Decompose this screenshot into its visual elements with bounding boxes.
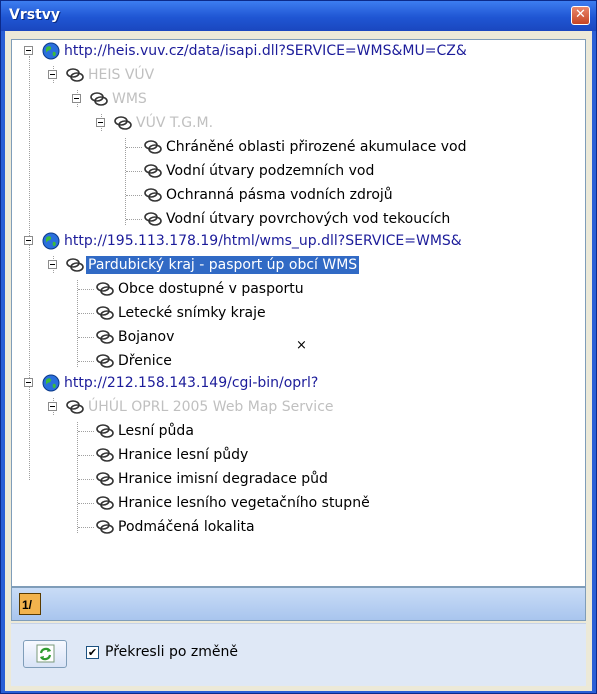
refresh-icon (36, 644, 55, 663)
tree-node-label: Hranice lesní půdy (118, 447, 249, 463)
tree-connector (78, 479, 94, 480)
layers-icon (96, 472, 114, 486)
tree-node-label: WMS (112, 91, 147, 107)
tree-connector (126, 219, 142, 220)
redraw-checkbox[interactable]: ✔ (86, 646, 99, 659)
collapse-icon[interactable] (48, 402, 57, 411)
tree-node-label: Dřenice (118, 353, 172, 369)
tree-node-label: Podmáčená lokalita (118, 519, 255, 535)
tree-connector (126, 195, 142, 196)
layers-icon (96, 424, 114, 438)
layers-icon (144, 164, 162, 178)
title-bar[interactable]: Vrstvy ✕ (1, 1, 596, 31)
layers-icon (96, 520, 114, 534)
bottom-panel: ✔ Překresli po změně (11, 623, 586, 686)
layers-window: Vrstvy ✕ http://heis.vuv.cz/data/isapi.d… (0, 0, 597, 694)
window-client: http://heis.vuv.cz/data/isapi.dll?SERVIC… (5, 31, 592, 691)
collapse-icon[interactable] (48, 70, 57, 79)
layer-tree[interactable]: http://heis.vuv.cz/data/isapi.dll?SERVIC… (11, 39, 586, 587)
globe-icon (42, 42, 60, 60)
layers-icon (96, 496, 114, 510)
close-icon: ✕ (575, 7, 586, 22)
svg-text:1/: 1/ (22, 598, 33, 612)
tree-connector (77, 422, 78, 533)
tree-node-label: Hranice imisní degradace půd (118, 471, 328, 487)
tree-connector (125, 138, 126, 225)
collapse-icon[interactable] (24, 378, 33, 387)
tree-connector (78, 527, 94, 528)
tree-node-label: VÚV T.G.M. (136, 115, 214, 131)
layers-icon (144, 212, 162, 226)
tree-node-label: http://212.158.143.149/cgi-bin/oprl? (64, 375, 319, 391)
refresh-button[interactable] (23, 640, 67, 668)
tree-connector (29, 56, 30, 480)
tree-connector (78, 503, 94, 504)
tree-node-label: Letecké snímky kraje (118, 305, 266, 321)
mouse-cursor-icon: × (296, 338, 307, 353)
tree-connector (78, 289, 94, 290)
layer-properties-button[interactable]: 1/ (19, 593, 41, 615)
redraw-checkbox-label[interactable]: Překresli po změně (105, 644, 238, 660)
tree-node-label: Ochranná pásma vodních zdrojů (166, 187, 393, 203)
layers-icon (144, 140, 162, 154)
layers-icon (66, 68, 84, 82)
layers-icon (96, 306, 114, 320)
layers-icon (66, 258, 84, 272)
close-button[interactable]: ✕ (571, 6, 590, 25)
tree-connector (78, 313, 94, 314)
layers-icon (144, 188, 162, 202)
tree-node-label: Vodní útvary podzemních vod (166, 163, 375, 179)
layers-icon (66, 400, 84, 414)
collapse-icon[interactable] (96, 118, 105, 127)
tree-connector (78, 431, 94, 432)
window-title: Vrstvy (9, 7, 61, 23)
check-mark-icon: ✔ (87, 646, 98, 659)
layers-icon (96, 282, 114, 296)
tree-node-label: http://heis.vuv.cz/data/isapi.dll?SERVIC… (64, 43, 467, 59)
tree-node-label: Hranice lesního vegetačního stupně (118, 495, 370, 511)
tree-node-label: http://195.113.178.19/html/wms_up.dll?SE… (64, 233, 462, 249)
layers-icon (114, 116, 132, 130)
tree-connector (126, 147, 142, 148)
tree-node-label: Lesní půda (118, 423, 194, 439)
layers-icon (96, 448, 114, 462)
layer-properties-icon: 1/ (20, 594, 40, 614)
tree-node-label: Chráněné oblasti přirozené akumulace vod (166, 139, 467, 155)
tree-connector (126, 171, 142, 172)
tree-node-label: Pardubický kraj - pasport úp obcí WMS (86, 256, 360, 274)
layers-icon (96, 330, 114, 344)
collapse-icon[interactable] (24, 46, 33, 55)
collapse-icon[interactable] (24, 236, 33, 245)
layers-icon (96, 354, 114, 368)
layer-toolbar: 1/ (11, 587, 586, 621)
tree-connector (77, 280, 78, 367)
tree-connector (78, 455, 94, 456)
tree-node-label: Obce dostupné v pasportu (118, 281, 304, 297)
collapse-icon[interactable] (72, 94, 81, 103)
globe-icon (42, 374, 60, 392)
tree-node-label: Bojanov (118, 329, 175, 345)
layers-icon (90, 92, 108, 106)
tree-node-label: HEIS VÚV (88, 67, 155, 83)
globe-icon (42, 232, 60, 250)
tree-connector (78, 361, 94, 362)
tree-node-label: ÚHÚL OPRL 2005 Web Map Service (88, 399, 334, 415)
collapse-icon[interactable] (48, 260, 57, 269)
tree-connector (78, 337, 94, 338)
tree-node-label: Vodní útvary povrchových vod tekoucích (166, 211, 451, 227)
